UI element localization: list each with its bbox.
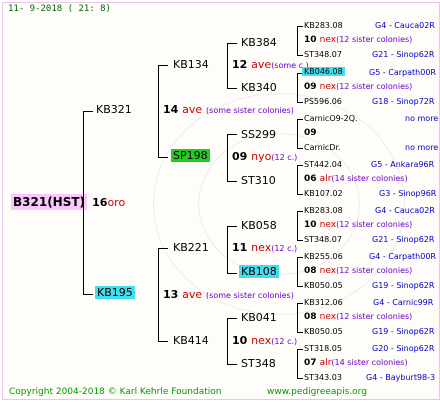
great-grandparent[interactable]: ST310 [241, 175, 276, 186]
parent-queen-bottom-gen: 13 ave (some sister colonies) [163, 288, 294, 301]
ancestor-source: G21 - Sinop62R [372, 235, 435, 244]
grandparent-b[interactable]: SP198 [171, 149, 210, 162]
great-grandparent[interactable]: KB041 [241, 312, 277, 323]
ancestor-source: G18 - Sinop72R [372, 97, 435, 106]
grandparent-b-gen: 09 nyo(12 c.) [232, 150, 298, 163]
ancestor-gen: 08 nex(12 sister colonies) [304, 266, 413, 276]
ancestor-id[interactable]: CarnicO9-2Q. [304, 115, 358, 123]
ancestor-id[interactable]: KB050.05 [304, 282, 343, 290]
ancestor-source: G5 - Ankara96R [371, 160, 435, 169]
great-grandparent[interactable]: SS299 [241, 129, 276, 140]
ancestor-source: G5 - Carpath00R [369, 68, 436, 77]
great-grandparent[interactable]: ST348 [241, 358, 276, 369]
ancestor-gen: 09 [304, 128, 317, 138]
ancestor-id[interactable]: KB255.06 [304, 253, 343, 261]
ancestor-gen: 06 alr(14 sister colonies) [304, 174, 408, 184]
grandparent-d[interactable]: KB414 [173, 335, 209, 346]
ancestor-id[interactable]: KB283.08 [304, 22, 343, 30]
ancestor-source: G4 - Bayburt98-3 [366, 373, 436, 382]
ancestor-gen: 10 nex(12 sister colonies) [304, 220, 413, 230]
root-queen-id: B321(HST) [11, 194, 88, 210]
ancestor-id[interactable]: ST442.04 [304, 161, 342, 169]
ancestor-id[interactable]: PS596.06 [304, 98, 342, 106]
parent-queen-top-gen: 14 ave (some sister colonies) [163, 103, 294, 116]
ancestor-id[interactable]: KB046.08 [302, 67, 345, 76]
ancestor-gen: 08 nex(12 sister colonies) [304, 312, 413, 322]
ancestor-id[interactable]: KB312.06 [304, 299, 343, 307]
ancestor-id[interactable]: ST343.03 [304, 374, 342, 382]
great-grandparent[interactable]: KB058 [241, 220, 277, 231]
ancestor-id[interactable]: KB050.05 [304, 328, 343, 336]
ancestor-source: G4 - Carpath00R [369, 252, 436, 261]
ancestor-source: G20 - Sinop62R [372, 344, 435, 353]
great-grandparent[interactable]: KB340 [241, 82, 277, 93]
great-grandparent[interactable]: KB108 [239, 265, 279, 278]
ancestor-gen: 09 nex(12 sister colonies) [304, 82, 413, 92]
ancestor-id[interactable]: ST318.05 [304, 345, 342, 353]
ancestor-source: G19 - Sinop62R [372, 327, 435, 336]
grandparent-d-gen: 10 nex(12 c.) [232, 334, 298, 347]
root-queen[interactable]: B321(HST) 16oro [11, 193, 126, 210]
ancestor-source: G19 - Sinop62R [372, 281, 435, 290]
root-queen-gen: 16oro [92, 196, 126, 209]
ancestor-id[interactable]: ST348.07 [304, 51, 342, 59]
report-date: 11- 9-2018 ( 21: 8) [8, 4, 111, 14]
pedigree-chart: 11- 9-2018 ( 21: 8) B321(HST) 16oro KB32… [2, 2, 440, 400]
ancestor-id[interactable]: CarnicDr. [304, 144, 341, 152]
ancestor-id[interactable]: ST348.07 [304, 236, 342, 244]
grandparent-c-gen: 11 nex(12 c.) [232, 241, 298, 254]
ancestor-id[interactable]: KB107.02 [304, 190, 343, 198]
grandparent-c[interactable]: KB221 [173, 242, 209, 253]
grandparent-a-gen: 12 ave(some c.) [232, 58, 309, 71]
ancestor-source: no more [405, 114, 439, 123]
great-grandparent[interactable]: KB384 [241, 37, 277, 48]
parent-queen-top[interactable]: KB321 [96, 104, 132, 115]
ancestor-source: G4 - Cauca02R [375, 21, 435, 30]
grandparent-a[interactable]: KB134 [173, 59, 209, 70]
ancestor-gen: 10 nex(12 sister colonies) [304, 35, 413, 45]
parent-queen-bottom[interactable]: KB195 [95, 286, 135, 299]
ancestor-source: G4 - Carnic99R [373, 298, 434, 307]
copyright-notice: Copyright 2004-2018 © Karl Kehrle Founda… [9, 387, 222, 397]
ancestor-source: no more [405, 143, 439, 152]
ancestor-id[interactable]: KB283.08 [304, 207, 343, 215]
website-link[interactable]: www.pedigreeapis.org [267, 388, 367, 397]
ancestor-gen: 07 alr(14 sister colonies) [304, 358, 408, 368]
ancestor-source: G3 - Sinop96R [379, 189, 437, 198]
ancestor-source: G4 - Cauca02R [375, 206, 435, 215]
ancestor-source: G21 - Sinop62R [372, 50, 435, 59]
